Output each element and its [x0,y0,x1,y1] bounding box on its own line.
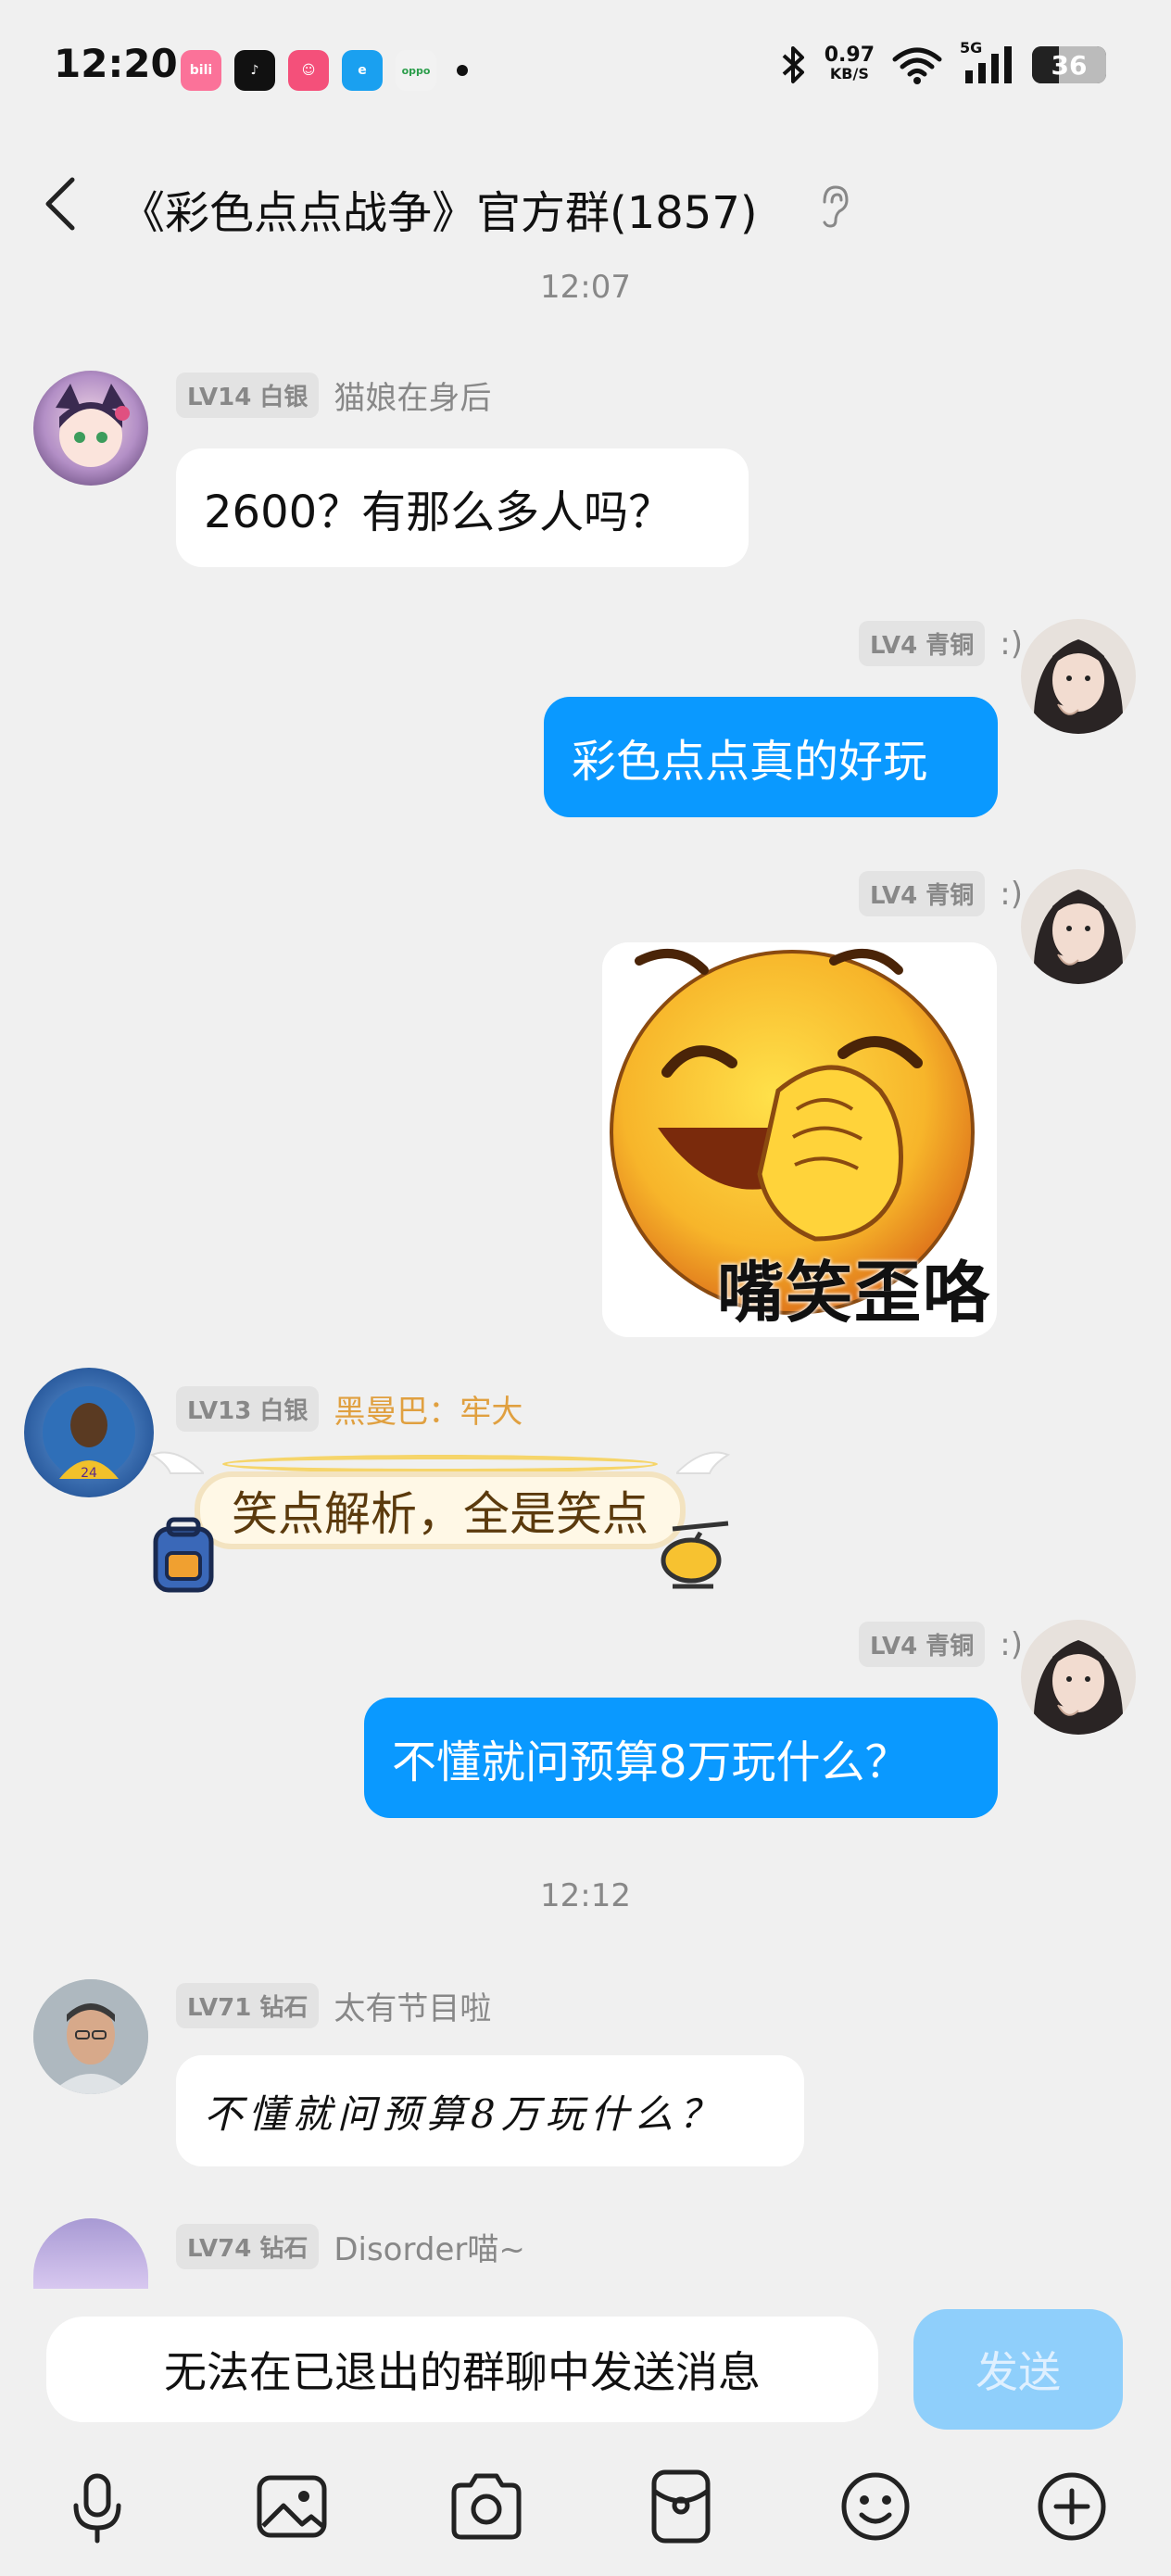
level-badge: LV74 钻石 [176,2224,320,2269]
avatar[interactable] [1021,619,1136,734]
message-bubble[interactable]: 笑点解析，全是笑点 [195,1471,686,1549]
sender-meta: LV14 白银 猫娘在身后 [176,373,491,418]
sender-meta: LV4 青铜 :) [859,1622,1023,1667]
oppo-app-icon: oppo [396,50,436,91]
net-speed: 0.97 KB/S [824,44,875,83]
message-bubble[interactable]: 彩色点点真的好玩 [544,697,998,817]
wing-icon [149,1451,204,1474]
input-bar: 无法在已退出的群聊中发送消息 发送 [0,2289,1171,2446]
image-icon[interactable] [250,2465,334,2548]
sender-meta: LV13 白银 黑曼巴：牢大 [176,1386,523,1432]
sender-name[interactable]: :) [1000,625,1023,663]
svg-text:24: 24 [81,1466,97,1481]
timestamp: 12:07 [540,269,631,306]
timestamp: 12:12 [540,1877,631,1914]
bubble-halo-decoration [222,1455,658,1473]
chat-header: 《彩色点点战争》官方群(1857) [0,158,1171,250]
net-speed-unit: KB/S [829,65,869,82]
pink-app-icon: ☺ [288,50,329,91]
sender-name[interactable]: 黑曼巴：牢大 [334,1386,523,1432]
avatar[interactable]: 24 [24,1368,154,1497]
sender-meta: LV74 钻石 Disorder喵~ [176,2224,525,2269]
sticker-caption: 嘴笑歪咯 [716,1254,991,1332]
back-arrow-icon[interactable] [37,174,89,234]
bluetooth-icon [782,46,804,83]
avatar[interactable] [1021,1620,1136,1735]
backpack-icon [153,1517,214,1593]
status-time: 12:20 [54,41,178,86]
sender-name[interactable]: :) [1000,1626,1023,1663]
red-packet-icon[interactable] [639,2465,723,2548]
status-bar: 12:20 bili ♪ ☺ e oppo 0.97 KB/S 5G 36 [0,0,1171,139]
sticker-image[interactable]: 嘴笑歪咯 [602,942,997,1337]
emoji-icon[interactable] [834,2465,917,2548]
sender-name[interactable]: Disorder喵~ [334,2224,525,2269]
sender-name[interactable]: :) [1000,876,1023,913]
sender-meta: LV4 青铜 :) [859,621,1023,666]
signal-icon: 5G [960,39,1015,85]
notification-icons: bili ♪ ☺ e oppo [181,50,468,91]
sender-meta: LV71 钻石 太有节目啦 [176,1983,491,2028]
chat-toolbar [0,2446,1171,2576]
level-badge: LV14 白银 [176,373,320,418]
level-badge: LV4 青铜 [859,1622,986,1667]
net-speed-value: 0.97 [824,44,875,67]
avatar[interactable] [33,2218,148,2289]
battery-icon: 36 [1032,46,1106,83]
level-badge: LV13 白银 [176,1386,320,1432]
group-title[interactable]: 《彩色点点战争》官方群(1857) [120,176,758,241]
plus-icon[interactable] [1030,2465,1114,2548]
message-bubble[interactable]: 2600？有那么多人吗？ [176,448,749,567]
avatar[interactable] [1021,869,1136,984]
wing-icon [676,1451,731,1474]
blue-app-icon: e [342,50,383,91]
bilibili-icon: bili [181,50,221,91]
message-bubble[interactable]: 不懂就问预算8万玩什么？ [176,2055,804,2166]
more-notifications-icon [457,65,468,76]
avatar[interactable] [33,1979,148,2094]
microphone-icon[interactable] [56,2465,139,2548]
sender-name[interactable]: 太有节目啦 [334,1983,491,2028]
level-badge: LV71 钻石 [176,1983,320,2028]
ear-icon[interactable] [815,183,852,230]
message-input[interactable]: 无法在已退出的群聊中发送消息 [46,2317,878,2422]
level-badge: LV4 青铜 [859,621,986,666]
send-button[interactable]: 发送 [913,2309,1123,2430]
wifi-icon [892,47,942,84]
avatar[interactable] [33,371,148,486]
sender-meta: LV4 青铜 :) [859,871,1023,916]
battery-level: 36 [1051,50,1088,81]
sender-name[interactable]: 猫娘在身后 [334,373,491,418]
tiktok-icon: ♪ [234,50,275,91]
helicopter-icon [661,1521,729,1589]
level-badge: LV4 青铜 [859,871,986,916]
camera-icon[interactable] [445,2465,528,2548]
message-bubble[interactable]: 不懂就问预算8万玩什么？ [364,1698,998,1818]
